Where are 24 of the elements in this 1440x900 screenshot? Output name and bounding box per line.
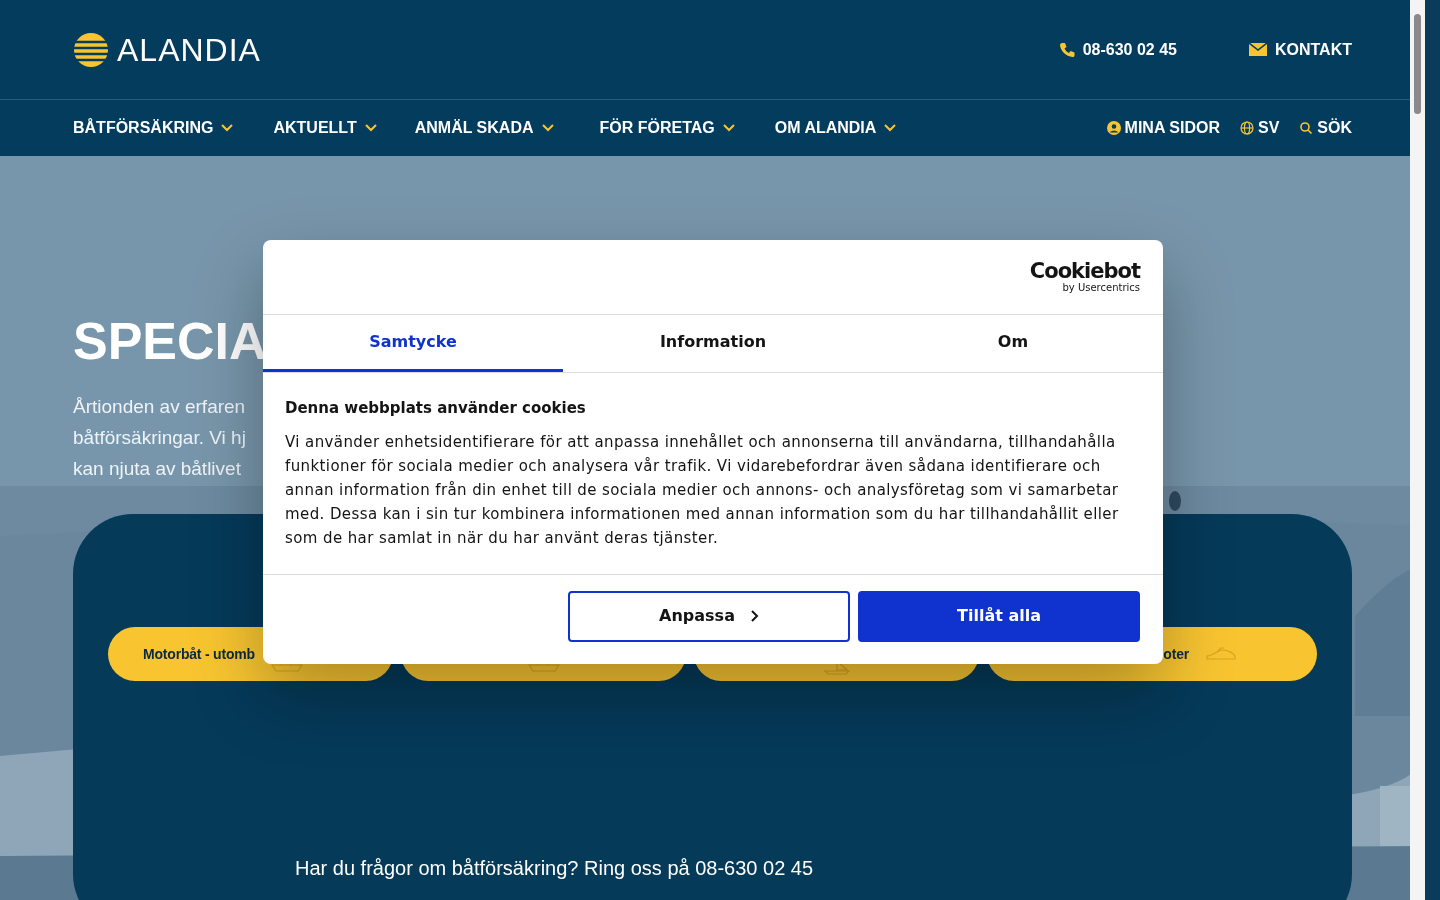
brand-subtitle: by Usercentrics: [1062, 282, 1140, 293]
dialog-text: Vi använder enhetsidentifierare för att anpassa innehållet och annonserna till användarna, tillhandahålla funktioner för sociala medier och analysera vår trafik. Vi vidarebefordrar även sådana identifierare och annan information från din enhet till de sociala medier och annons- och analysföretag som vi samarbetar med. Dessa kan i sin tur kombinera informationen med annan information som du har tillhandahållit eller som de har samlat in när du har använt deras tjänster.: [285, 431, 1120, 549]
hero-text: båtförsäkringar. Vi hj: [73, 426, 246, 450]
nav-item[interactable]: BÅTFÖRSÄKRING: [73, 116, 234, 140]
utility-link[interactable]: SV: [1240, 116, 1280, 140]
allow-all-button[interactable]: Tillåt alla: [858, 590, 1140, 642]
dialog-tab[interactable]: Om: [863, 315, 1163, 372]
nav-item[interactable]: ANMÄL SKADA: [414, 116, 554, 140]
logo-text[interactable]: ALANDIA: [117, 25, 261, 74]
nav-item[interactable]: FÖR FÖRETAG: [599, 116, 735, 140]
nav-item[interactable]: AKTUELLT: [273, 116, 377, 140]
phone-link[interactable]: 08-630 02 45: [1058, 37, 1177, 62]
dialog-tab[interactable]: Information: [563, 315, 863, 372]
dialog-tab[interactable]: Samtycke: [263, 315, 563, 372]
brand-logo: Cookiebot: [1029, 261, 1140, 282]
utility-link[interactable]: SÖK: [1299, 116, 1352, 140]
contact-link[interactable]: KONTAKT: [1248, 37, 1352, 62]
customize-button[interactable]: Anpassa: [568, 590, 850, 642]
hero-text: Årtionden av erfaren: [73, 395, 246, 419]
hero-text: kan njuta av båtlivet: [73, 457, 241, 481]
contact-note: Har du frågor om båtförsäkring? Ring oss på 08-630 02 45: [295, 856, 815, 881]
utility-link[interactable]: MINA SIDOR: [1106, 116, 1220, 140]
nav-item[interactable]: OM ALANDIA: [774, 116, 897, 140]
dialog-heading: Denna webbplats använder cookies: [285, 398, 587, 419]
